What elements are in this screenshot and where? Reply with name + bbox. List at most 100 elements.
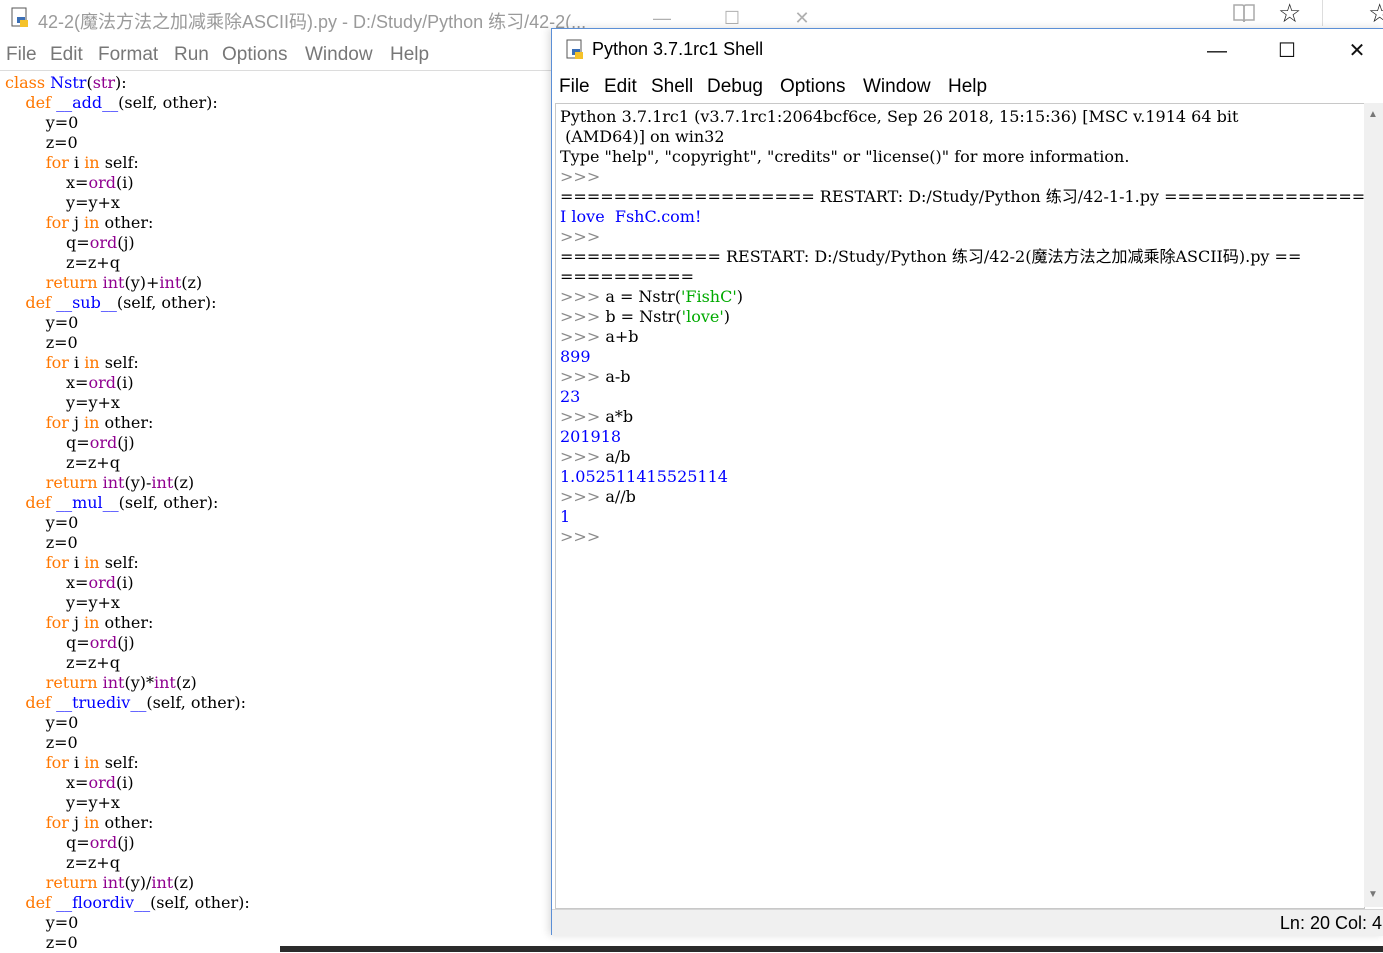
code-line: return int(y)/int(z) (45, 873, 195, 892)
shell-status-bar: Ln: 20 Col: 4 (552, 909, 1383, 936)
shell-line: =================== RESTART: D:/Study/Py… (560, 187, 1383, 206)
code-line: y=y+x (66, 793, 120, 812)
editor-menu-help[interactable]: Help (390, 44, 429, 66)
shell-menu-shell[interactable]: Shell (651, 76, 693, 98)
shell-line: 1 (560, 507, 571, 526)
editor-menu-file[interactable]: File (6, 44, 37, 66)
code-line: y=y+x (66, 193, 120, 212)
shell-line: >>> a//b (560, 487, 636, 506)
code-line: z=z+q (66, 653, 120, 672)
code-line: z=0 (45, 733, 78, 752)
code-line: z=z+q (66, 453, 120, 472)
code-line: for i in self: (45, 553, 139, 572)
code-line: x=ord(i) (66, 773, 134, 792)
code-line: x=ord(i) (66, 573, 134, 592)
code-line: for j in other: (45, 213, 154, 232)
editor-code-area[interactable]: class Nstr(str): def __add__(self, other… (5, 73, 250, 953)
shell-menu-file[interactable]: File (559, 76, 590, 98)
code-line: return int(y)*int(z) (45, 673, 197, 692)
shell-line: >>> (560, 527, 601, 546)
editor-menu-options[interactable]: Options (222, 44, 287, 66)
editor-menu-edit[interactable]: Edit (50, 44, 83, 66)
shell-line: ============ RESTART: D:/Study/Python 练习… (560, 247, 1302, 266)
code-line: def __floordiv__(self, other): (25, 893, 250, 912)
python-shell-window[interactable]: Python 3.7.1rc1 Shell — ☐ ✕ File Edit Sh… (551, 28, 1383, 936)
code-line: z=0 (45, 533, 78, 552)
shell-menu-debug[interactable]: Debug (707, 76, 763, 98)
favorites-star-icon[interactable]: ☆ (1368, 0, 1383, 29)
code-line: for j in other: (45, 413, 154, 432)
code-line: def __mul__(self, other): (25, 493, 219, 512)
shell-title: Python 3.7.1rc1 Shell (592, 39, 764, 59)
code-line: y=y+x (66, 593, 120, 612)
scroll-up-arrow-icon[interactable]: ▲ (1368, 109, 1378, 120)
code-line: y=0 (45, 313, 79, 332)
shell-line: >>> a = Nstr('FishC') (560, 287, 743, 306)
code-line: q=ord(j) (66, 633, 135, 652)
shell-line: Type "help", "copyright", "credits" or "… (560, 147, 1130, 166)
shell-line: >>> (560, 227, 601, 246)
code-line: z=0 (45, 133, 78, 152)
python-shell-icon (566, 39, 583, 59)
shell-line: 899 (560, 347, 591, 366)
code-line: q=ord(j) (66, 233, 135, 252)
code-line: y=0 (45, 713, 79, 732)
code-line: class Nstr(str): (5, 73, 127, 92)
code-line: x=ord(i) (66, 373, 134, 392)
python-file-icon (11, 7, 28, 27)
shell-menu-edit[interactable]: Edit (604, 76, 637, 98)
code-line: z=0 (45, 333, 78, 352)
shell-transcript: Python 3.7.1rc1 (v3.7.1rc1:2064bcf6ce, S… (560, 107, 1383, 547)
editor-menu-run[interactable]: Run (174, 44, 209, 66)
code-line: return int(y)-int(z) (45, 473, 195, 492)
shell-line: 1.052511415525114 (560, 467, 728, 486)
shell-line: >>> a/b (560, 447, 631, 466)
shell-line: (AMD64)] on win32 (560, 127, 725, 146)
shell-line: ========== (560, 267, 695, 286)
shell-maximize-button[interactable]: ☐ (1264, 35, 1310, 67)
code-line: def __add__(self, other): (25, 93, 218, 112)
reading-view-icon[interactable] (1232, 2, 1256, 24)
editor-menu-format[interactable]: Format (98, 44, 158, 66)
editor-menu-window[interactable]: Window (305, 44, 373, 66)
shell-line: Python 3.7.1rc1 (v3.7.1rc1:2064bcf6ce, S… (560, 107, 1239, 126)
code-line: def __truediv__(self, other): (25, 693, 247, 712)
shell-menu-options[interactable]: Options (780, 76, 845, 98)
shell-line: 23 (560, 387, 581, 406)
shell-minimize-button[interactable]: — (1194, 35, 1240, 67)
shell-output-area[interactable]: Python 3.7.1rc1 (v3.7.1rc1:2064bcf6ce, S… (555, 103, 1383, 909)
code-line: q=ord(j) (66, 833, 135, 852)
shell-vertical-scrollbar[interactable]: ▲ ▼ (1364, 103, 1383, 907)
shell-title-bar[interactable]: Python 3.7.1rc1 Shell — ☐ ✕ (552, 29, 1383, 71)
shell-line: >>> a+b (560, 327, 639, 346)
code-line: q=ord(j) (66, 433, 135, 452)
code-line: for i in self: (45, 753, 139, 772)
code-line: z=z+q (66, 853, 120, 872)
code-line: x=ord(i) (66, 173, 134, 192)
shell-line: >>> (560, 167, 601, 186)
shell-line: >>> a-b (560, 367, 631, 386)
shell-close-button[interactable]: ✕ (1334, 35, 1380, 67)
code-line: for j in other: (45, 613, 154, 632)
shell-line: >>> b = Nstr('love') (560, 307, 730, 326)
shell-line: >>> a*b (560, 407, 634, 426)
code-line: for i in self: (45, 153, 139, 172)
shell-menu-help[interactable]: Help (948, 76, 987, 98)
code-line: y=0 (45, 513, 79, 532)
browser-toolbar-strip: ☆ ☆ (838, 0, 1383, 28)
cursor-position: Ln: 20 Col: 4 (1279, 913, 1382, 933)
code-line: z=0 (45, 933, 78, 952)
toolbar-separator (1322, 0, 1323, 26)
code-line: y=0 (45, 113, 79, 132)
code-line: z=z+q (66, 253, 120, 272)
code-line: return int(y)+int(z) (45, 273, 203, 292)
favorite-star-icon[interactable]: ☆ (1278, 0, 1301, 29)
shell-line: 201918 (560, 427, 622, 446)
shell-menu-bar: File Edit Shell Debug Options Window Hel… (552, 73, 1383, 101)
shell-menu-window[interactable]: Window (863, 76, 931, 98)
code-line: for i in self: (45, 353, 139, 372)
taskbar-edge (280, 946, 1383, 952)
code-line: def __sub__(self, other): (25, 293, 217, 312)
shell-line: I love FshC.com! (560, 207, 702, 226)
scroll-down-arrow-icon[interactable]: ▼ (1368, 889, 1378, 900)
